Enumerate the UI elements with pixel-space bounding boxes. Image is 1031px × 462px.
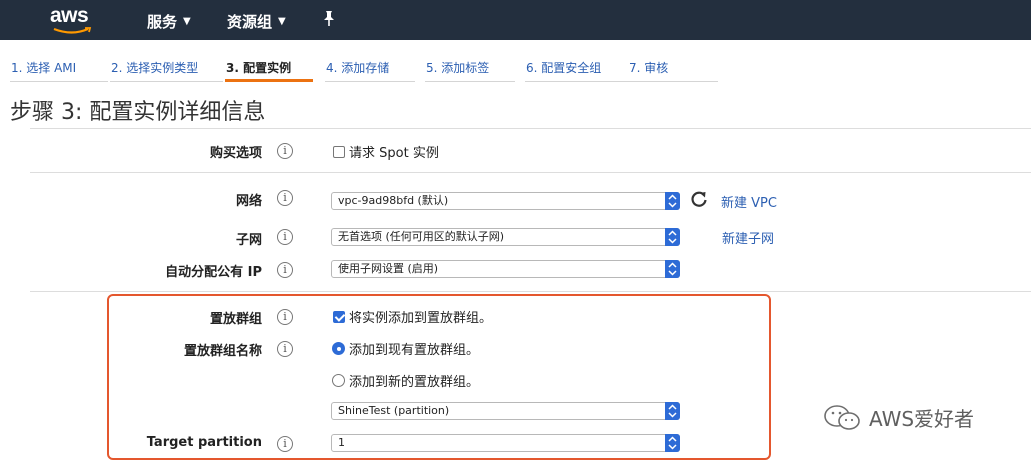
refresh-icon[interactable] bbox=[690, 190, 708, 208]
placement-group-checkbox[interactable]: 将实例添加到置放群组。 bbox=[333, 307, 492, 326]
subnet-label: 子网 bbox=[235, 233, 262, 248]
spot-request-checkbox[interactable]: 请求 Spot 实例 bbox=[333, 142, 439, 161]
pin-icon[interactable] bbox=[322, 10, 336, 28]
divider bbox=[30, 172, 1031, 173]
placement-group-checkbox-label: 将实例添加到置放群组。 bbox=[349, 311, 493, 326]
subnet-value: 无首选项 (任何可用区的默认子网) bbox=[338, 230, 505, 243]
radio-new-label: 添加到新的置放群组。 bbox=[349, 375, 480, 390]
aws-logo[interactable]: aws bbox=[50, 4, 89, 28]
network-value: vpc-9ad98bfd (默认) bbox=[338, 194, 449, 207]
create-subnet-link[interactable]: 新建子网 bbox=[722, 228, 774, 247]
select-arrows-icon bbox=[665, 434, 680, 452]
wechat-icon bbox=[824, 404, 860, 430]
select-arrows-icon bbox=[665, 192, 680, 210]
info-icon[interactable]: i bbox=[277, 309, 293, 325]
divider bbox=[30, 291, 1031, 292]
radio-new-group[interactable]: 添加到新的置放群组。 bbox=[332, 371, 479, 390]
info-icon[interactable]: i bbox=[277, 262, 293, 278]
select-arrows-icon bbox=[665, 402, 680, 420]
tab-configure-instance[interactable]: 3. 配置实例 bbox=[225, 52, 313, 82]
target-partition-select[interactable]: 1 bbox=[331, 434, 680, 452]
placement-group-select[interactable]: ShineTest (partition) bbox=[331, 402, 680, 420]
public-ip-label: 自动分配公有 IP bbox=[165, 265, 262, 280]
resource-groups-menu[interactable]: 资源组 ▼ bbox=[227, 11, 286, 32]
public-ip-select[interactable]: 使用子网设置 (启用) bbox=[331, 260, 680, 278]
placement-group-label: 置放群组 bbox=[209, 312, 262, 327]
checkbox-box[interactable] bbox=[333, 310, 345, 323]
target-partition-value: 1 bbox=[338, 436, 345, 449]
subnet-select[interactable]: 无首选项 (任何可用区的默认子网) bbox=[331, 228, 680, 246]
tab-add-tags[interactable]: 5. 添加标签 bbox=[425, 52, 515, 82]
create-vpc-link[interactable]: 新建 VPC bbox=[721, 192, 777, 211]
info-icon[interactable]: i bbox=[277, 143, 293, 159]
purchase-option-label: 购买选项 bbox=[209, 146, 262, 161]
radio-button[interactable] bbox=[332, 374, 345, 387]
radio-button[interactable] bbox=[332, 342, 345, 355]
resource-groups-label: 资源组 bbox=[227, 13, 273, 31]
checkbox-box[interactable] bbox=[333, 145, 345, 158]
tab-add-storage[interactable]: 4. 添加存储 bbox=[325, 52, 415, 82]
watermark-text: AWS爱好者 bbox=[869, 407, 975, 431]
tab-review[interactable]: 7. 审核 bbox=[628, 52, 718, 82]
aws-smile-icon bbox=[53, 27, 92, 34]
target-partition-label: Target partition bbox=[146, 435, 262, 450]
top-nav: aws 服务 ▼ 资源组 ▼ bbox=[0, 0, 1031, 40]
page-title: 步骤 3: 配置实例详细信息 bbox=[10, 100, 266, 125]
radio-existing-label: 添加到现有置放群组。 bbox=[349, 343, 480, 358]
services-label: 服务 bbox=[147, 13, 178, 31]
chevron-down-icon: ▼ bbox=[278, 16, 286, 27]
radio-existing-group[interactable]: 添加到现有置放群组。 bbox=[332, 339, 479, 358]
info-icon[interactable]: i bbox=[277, 341, 293, 357]
spot-request-label: 请求 Spot 实例 bbox=[349, 146, 439, 161]
divider bbox=[30, 128, 1031, 129]
network-label: 网络 bbox=[235, 194, 262, 209]
placement-group-name-label: 置放群组名称 bbox=[183, 344, 262, 359]
info-icon[interactable]: i bbox=[277, 190, 293, 206]
info-icon[interactable]: i bbox=[277, 229, 293, 245]
select-arrows-icon bbox=[665, 260, 680, 278]
select-arrows-icon bbox=[665, 228, 680, 246]
services-menu[interactable]: 服务 ▼ bbox=[147, 11, 191, 32]
placement-group-value: ShineTest (partition) bbox=[338, 404, 450, 417]
network-select[interactable]: vpc-9ad98bfd (默认) bbox=[331, 192, 680, 210]
chevron-down-icon: ▼ bbox=[183, 16, 191, 27]
watermark: AWS爱好者 bbox=[823, 403, 974, 432]
tab-configure-security-group[interactable]: 6. 配置安全组 bbox=[525, 52, 630, 82]
tab-choose-ami[interactable]: 1. 选择 AMI bbox=[10, 52, 108, 82]
public-ip-value: 使用子网设置 (启用) bbox=[338, 262, 439, 275]
tab-choose-instance-type[interactable]: 2. 选择实例类型 bbox=[110, 52, 223, 82]
info-icon[interactable]: i bbox=[277, 436, 293, 452]
